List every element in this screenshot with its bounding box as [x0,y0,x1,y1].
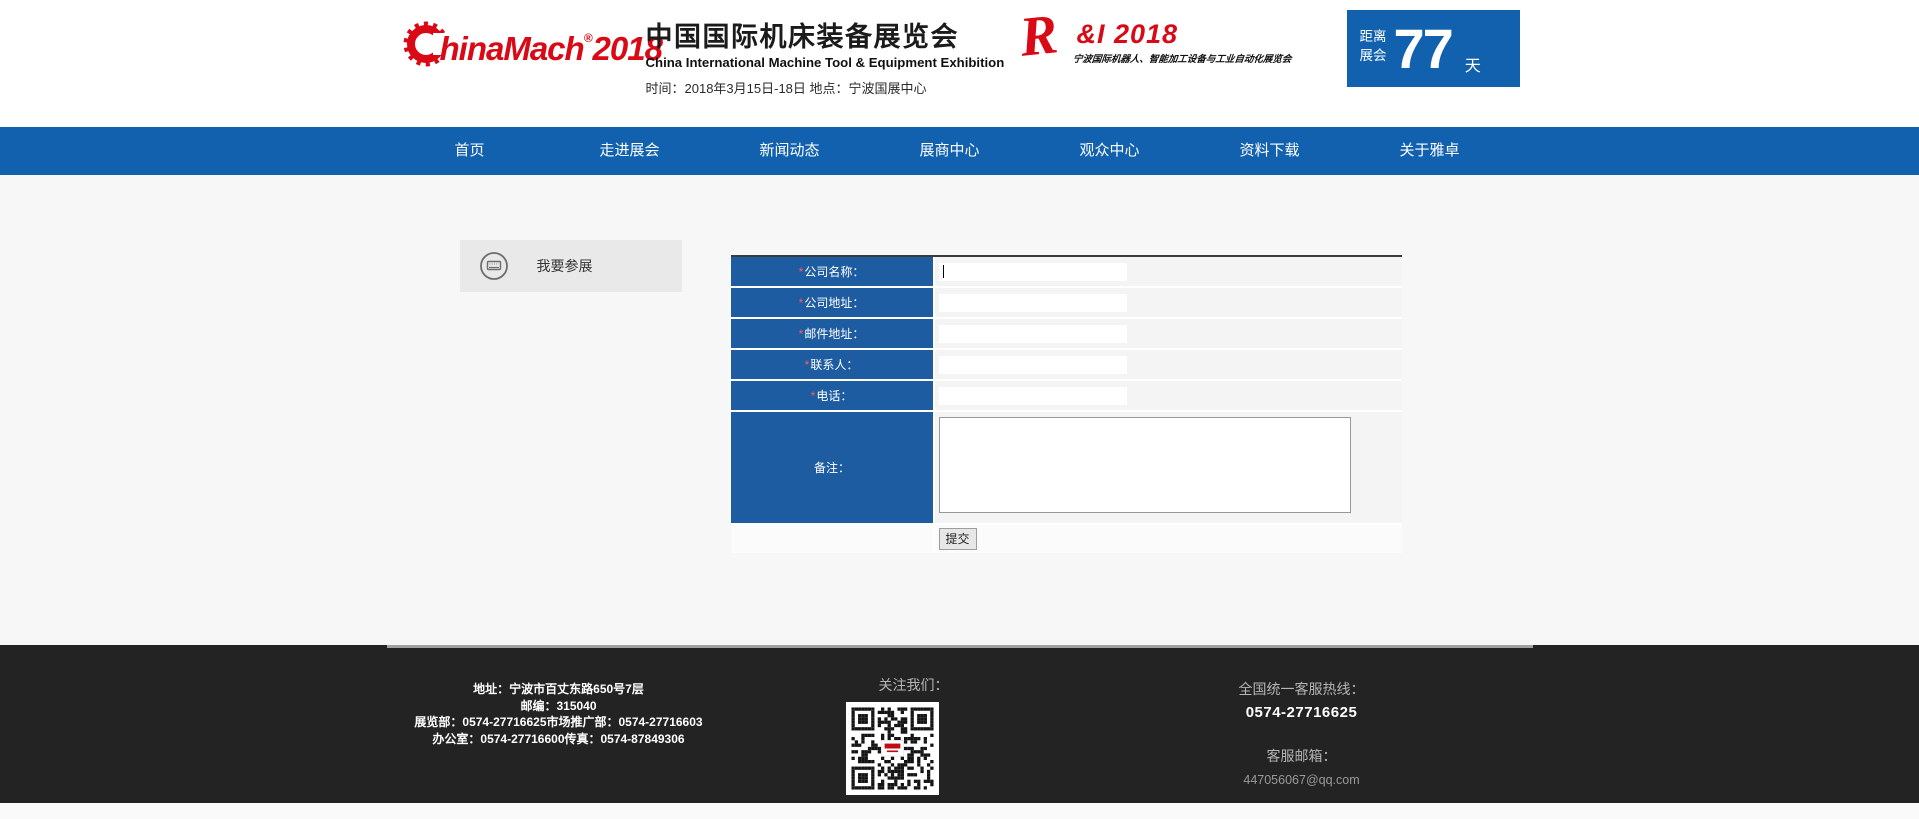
form-row-phone: *电话： [731,381,1402,410]
sidebar-item-exhibit[interactable]: 我要参展 [460,240,682,292]
company-address-label: *公司地址： [731,288,933,317]
footer-dept-phones: 展览部：0574-27716625市场推广部：0574-27716603 [398,714,720,731]
hotline-label: 全国统一客服热线： [1132,679,1472,699]
exhibition-title-block: 中国国际机床装备展览会 China International Machine … [646,15,1005,97]
email-input[interactable] [939,325,1127,343]
contact-person-input[interactable] [939,356,1127,374]
logo-text: hinaMach®2018 [440,30,662,68]
company-name-input[interactable] [939,263,1127,281]
footer-follow-block: 关注我们： [845,675,949,795]
registered-mark-icon: ® [584,31,593,45]
nav-item-home[interactable]: 首页 [390,127,550,175]
remarks-label: 备注： [731,412,933,523]
phone-input[interactable] [939,387,1127,405]
hotline-number: 0574-27716625 [1132,704,1472,721]
sidebar-item-label: 我要参展 [537,256,593,276]
header: hinaMach®2018 中国国际机床装备展览会 China Internat… [0,0,1919,127]
form-row-contact: *联系人： [731,350,1402,379]
page-subtitle: China International Machine Tool & Equip… [646,55,1005,70]
bottom-bar [0,803,1919,819]
main-nav: 首页 走进展会 新闻动态 展商中心 观众中心 资料下载 关于雅卓 [0,127,1919,175]
countdown-prefix: 距离 展会 [1360,27,1387,87]
company-name-label: *公司名称： [731,257,933,286]
email-label: *邮件地址： [731,319,933,348]
follow-us-label: 关注我们： [879,675,949,695]
main-content: 我要参展 *公司名称： *公司地址： *邮件地址： *联系人： *电话： [0,175,1919,645]
footer-address: 地址：宁波市百丈东路650号7层 [398,681,720,698]
phone-label: *电话： [731,381,933,410]
service-email: 447056067@qq.com [1132,773,1472,787]
countdown-unit: 天 [1465,52,1481,87]
company-address-input[interactable] [939,294,1127,312]
countdown-box: 距离 展会 77 天 [1347,10,1520,87]
ri-logo: R &I 2018 宁波国际机器人、智能加工设备与工业自动化展览会 [1020,12,1310,65]
exhibit-application-form: *公司名称： *公司地址： *邮件地址： *联系人： *电话： 备注： [731,255,1402,553]
countdown-days: 77 [1394,10,1452,87]
form-row-company-address: *公司地址： [731,288,1402,317]
footer-zipcode: 邮编：315040 [398,698,720,715]
nav-item-exhibitor-center[interactable]: 展商中心 [870,127,1030,175]
ri-logo-year: &I 2018 [1077,19,1310,50]
nav-item-news[interactable]: 新闻动态 [710,127,870,175]
remarks-textarea[interactable] [939,417,1351,513]
form-row-remarks: 备注： [731,412,1402,523]
contact-person-label: *联系人： [731,350,933,379]
form-row-email: *邮件地址： [731,319,1402,348]
page-title: 中国国际机床装备展览会 [646,15,1005,54]
service-email-label: 客服邮箱： [1132,746,1472,766]
ri-logo-tagline: 宁波国际机器人、智能加工设备与工业自动化展览会 [1072,51,1310,65]
nav-item-about-expo[interactable]: 走进展会 [550,127,710,175]
exhibition-schedule: 时间：2018年3月15日-18日 地点：宁波国展中心 [646,78,1005,97]
qr-code [845,702,940,795]
submit-button[interactable]: 提交 [939,528,977,550]
form-row-company-name: *公司名称： [731,257,1402,286]
form-row-submit: 提交 [731,525,1402,553]
footer-office-fax: 办公室：0574-27716600传真：0574-87849306 [398,731,720,748]
text-cursor [943,265,944,278]
footer: 地址：宁波市百丈东路650号7层 邮编：315040 展览部：0574-2771… [0,645,1919,803]
nav-item-about-us[interactable]: 关于雅卓 [1350,127,1510,175]
footer-contact-block: 地址：宁波市百丈东路650号7层 邮编：315040 展览部：0574-2771… [398,681,720,747]
chinamach-logo: hinaMach®2018 [400,14,662,77]
ri-logo-letter: R [1017,10,1059,62]
footer-service-block: 全国统一客服热线： 0574-27716625 客服邮箱： 447056067@… [1132,679,1472,787]
nav-item-downloads[interactable]: 资料下载 [1190,127,1350,175]
nav-item-visitor-center[interactable]: 观众中心 [1030,127,1190,175]
exhibit-icon [479,251,509,281]
